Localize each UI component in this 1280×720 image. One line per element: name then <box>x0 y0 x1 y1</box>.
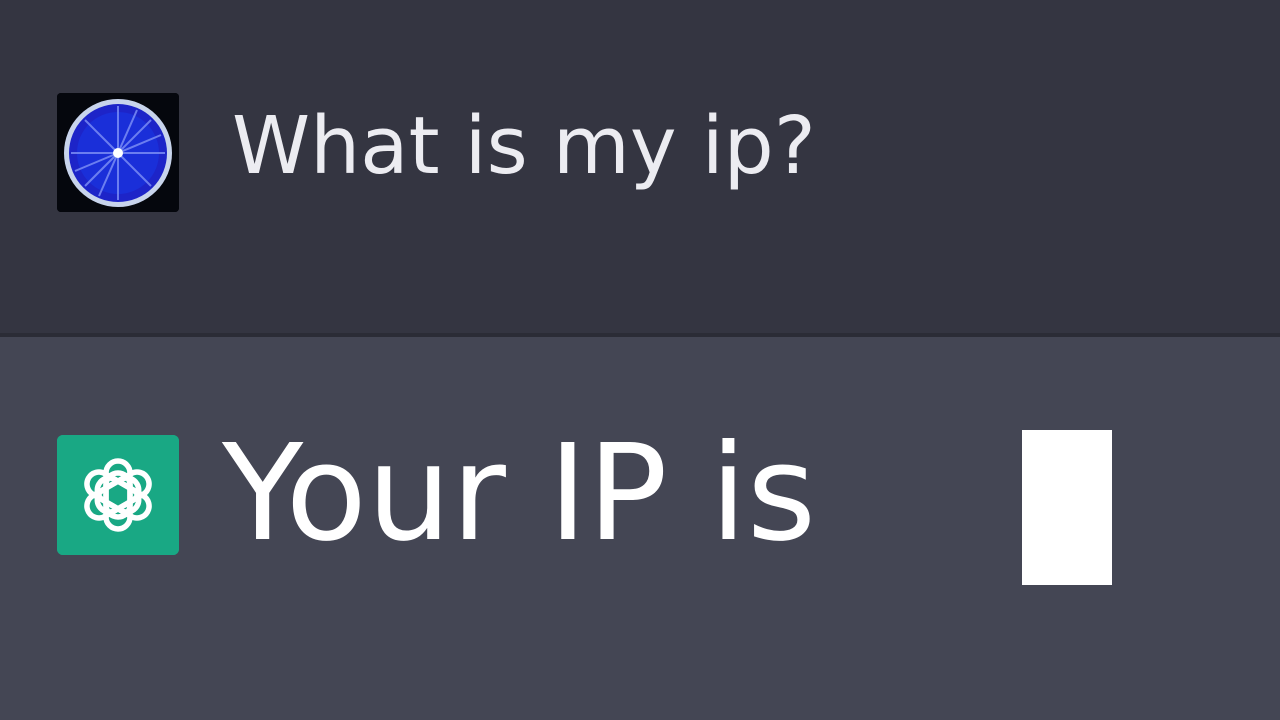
user-message-text: What is my ip? <box>232 100 816 192</box>
assistant-message-row: Your IP is <box>0 337 1280 720</box>
assistant-message-text: Your IP is <box>222 417 817 571</box>
openai-logo-icon <box>57 435 179 555</box>
user-message-row: What is my ip? <box>0 0 1280 333</box>
user-avatar-icon <box>57 93 179 212</box>
typing-cursor <box>1022 430 1112 585</box>
chat-conversation: What is my ip? Your IP is <box>0 0 1280 720</box>
